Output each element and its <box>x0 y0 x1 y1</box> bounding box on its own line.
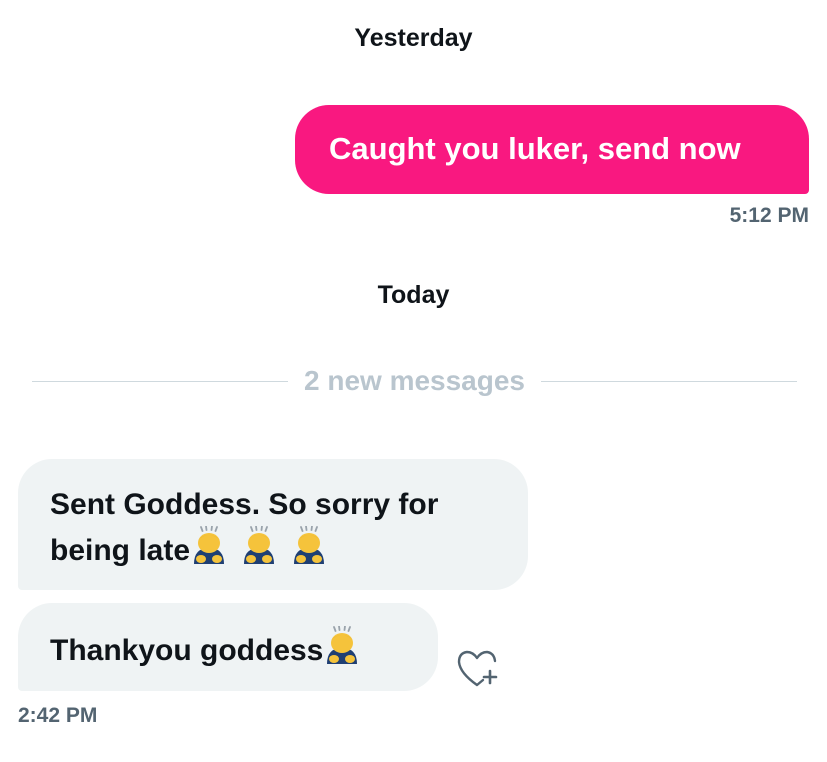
message-timestamp: 2:42 PM <box>18 704 98 727</box>
day-separator-today: Today <box>377 281 450 309</box>
new-messages-divider: 2 new messages <box>32 363 797 399</box>
divider-line <box>541 380 797 382</box>
add-reaction-button[interactable] <box>455 647 501 693</box>
message-text: Caught you luker, send now <box>329 131 741 166</box>
sent-message-bubble[interactable]: Caught you luker, send now <box>295 105 809 194</box>
message-text-line: being late <box>50 525 528 578</box>
message-text: Thankyou goddess <box>50 634 324 667</box>
new-messages-label: 2 new messages <box>303 365 526 396</box>
person-bowing-emoji <box>324 625 360 678</box>
received-message-bubble[interactable]: Sent Goddess. So sorry for being late <box>18 459 528 590</box>
received-message-bubble[interactable]: Thankyou goddess <box>18 603 438 691</box>
person-bowing-emoji <box>241 525 277 578</box>
heart-plus-icon <box>455 650 501 697</box>
person-bowing-emoji <box>291 525 327 578</box>
message-text-line: Sent Goddess. So sorry for <box>50 488 439 521</box>
person-bowing-emoji <box>191 525 227 578</box>
day-separator-yesterday: Yesterday <box>354 24 473 52</box>
divider-line <box>32 380 288 382</box>
message-timestamp: 5:12 PM <box>729 204 809 227</box>
